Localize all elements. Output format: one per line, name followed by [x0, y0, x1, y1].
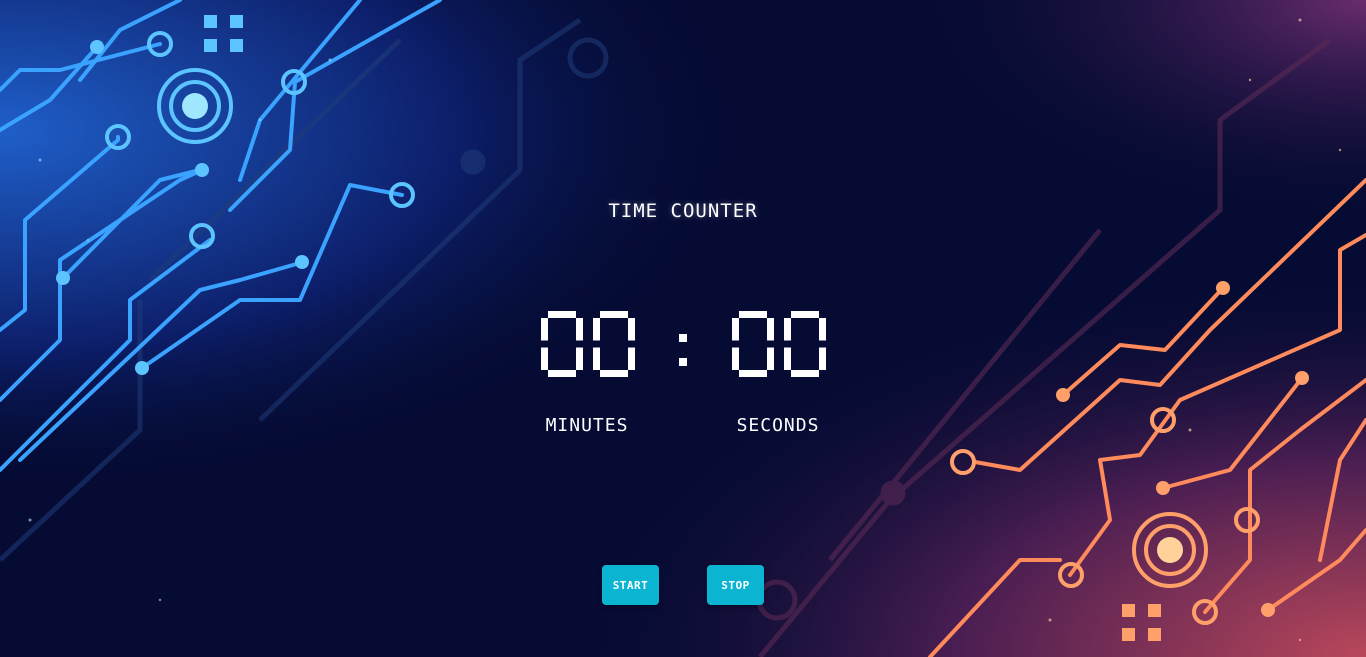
digit-segment — [600, 311, 628, 318]
digit-glyph — [784, 311, 826, 377]
digit-segment — [791, 370, 819, 377]
digit-segment — [600, 370, 628, 377]
digit-segment — [628, 318, 635, 341]
circuit-background — [0, 0, 1366, 657]
digit-glyph — [593, 311, 635, 377]
start-button[interactable]: START — [602, 565, 659, 605]
digit-glyph — [732, 311, 774, 377]
digit-segment — [593, 318, 600, 341]
stop-button[interactable]: STOP — [707, 565, 764, 605]
digit-segment — [628, 347, 635, 370]
digit-segment — [767, 347, 774, 370]
digit-segment — [732, 318, 739, 341]
time-separator — [675, 330, 691, 370]
digit-segment — [767, 318, 774, 341]
digit-segment — [784, 318, 791, 341]
seconds-label: SECONDS — [736, 415, 820, 436]
digit-segment — [732, 347, 739, 370]
digit-segment — [739, 370, 767, 377]
digit-segment — [593, 347, 600, 370]
digit-segment — [576, 318, 583, 341]
digit-segment — [819, 318, 826, 341]
digit-segment — [541, 318, 548, 341]
minutes-display — [541, 308, 635, 380]
digit-segment — [541, 347, 548, 370]
minutes-label: MINUTES — [545, 415, 629, 436]
seconds-display — [732, 308, 826, 380]
digit-segment — [548, 370, 576, 377]
digit-segment — [784, 347, 791, 370]
digit-segment — [576, 347, 583, 370]
digit-segment — [548, 311, 576, 318]
digit-glyph — [541, 311, 583, 377]
page-title: TIME COUNTER — [608, 200, 758, 222]
digit-segment — [739, 311, 767, 318]
digit-segment — [819, 347, 826, 370]
digit-segment — [791, 311, 819, 318]
